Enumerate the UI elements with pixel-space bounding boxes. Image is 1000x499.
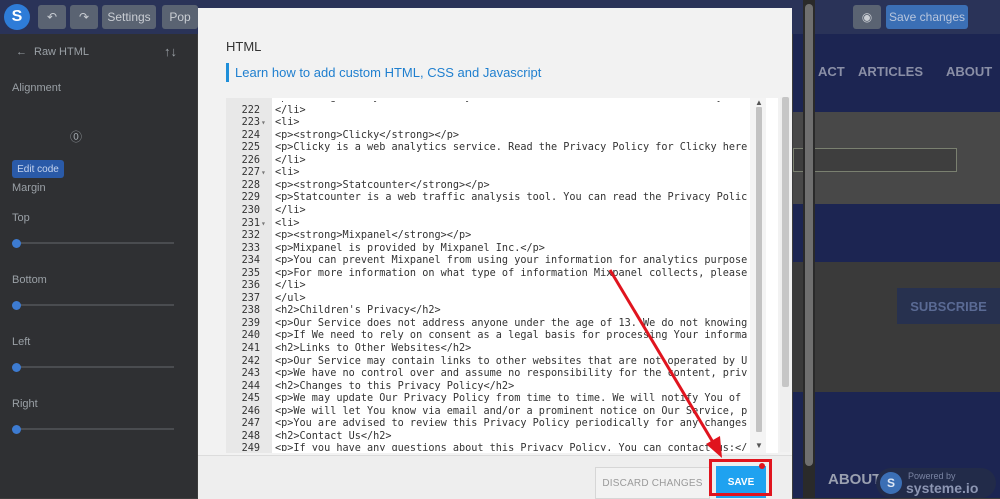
annotation-dot [759,463,765,469]
annotation-arrow [608,269,722,458]
